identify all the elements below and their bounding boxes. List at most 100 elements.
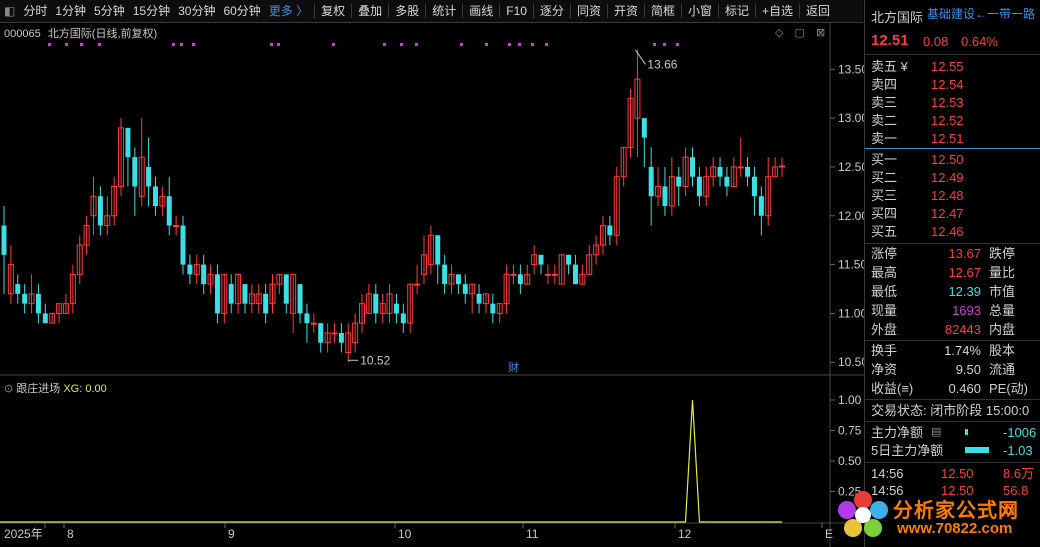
candle-body (242, 284, 248, 304)
candle-body (283, 274, 289, 304)
candle-body (455, 274, 461, 285)
high-label: 13.66 (647, 57, 677, 71)
sector-tag[interactable]: 基础建设←一带一路 (927, 5, 1035, 22)
flow-row: 5日主力净额 -1.03 (871, 441, 1040, 460)
divider (865, 421, 1040, 422)
xg-value: XG: 0.00 (63, 383, 107, 395)
sub-y-tick-label: 0.50 (838, 454, 862, 468)
level-label: 卖五 ¥ (871, 59, 908, 74)
level-label: 卖二 (871, 113, 898, 128)
flow-row: 主力净额 -1006 (871, 423, 1040, 442)
candle-body (676, 176, 682, 187)
signal-dot (663, 43, 666, 46)
candle-body (737, 166, 744, 169)
list-icon[interactable]: ▤ (931, 423, 941, 442)
candle-body (22, 293, 28, 304)
candle-body (544, 273, 551, 276)
signal-dot (65, 43, 68, 46)
signal-dot (508, 43, 511, 46)
price-change-pct: 0.64% (961, 34, 998, 49)
bid-level-4[interactable]: 买四 12.47 (871, 204, 964, 223)
stat-row: 涨停 13.67 跌停 (871, 244, 1040, 263)
candle-body (510, 273, 517, 276)
candle-body (758, 196, 764, 216)
signal-dot (653, 43, 656, 46)
stat-row: 最低 12.39 市值 (871, 282, 1040, 301)
candle-body (304, 313, 310, 324)
divider (865, 148, 1040, 149)
candle-body (648, 166, 654, 197)
fundamental-row: 收益(≡) 0.460 PE(动) (871, 379, 1040, 398)
level-price: 12.52 (931, 113, 964, 128)
candle-body (551, 273, 558, 276)
bid-level-3[interactable]: 买三 12.48 (871, 186, 964, 205)
level-label: 买五 (871, 224, 898, 239)
signal-dot (98, 43, 101, 46)
candle-body (228, 284, 234, 304)
y-tick-label: 12.50 (838, 160, 864, 174)
candle-body (435, 235, 441, 265)
ask-level-3[interactable]: 卖三 12.53 (871, 93, 964, 112)
indicator-name[interactable]: 跟庄进场 (16, 383, 60, 395)
candle-body (662, 186, 668, 206)
fundamental-row: 换手 1.74% 股本 (871, 341, 1040, 360)
ask-level-2[interactable]: 卖二 12.52 (871, 111, 964, 130)
candle-body (125, 127, 131, 158)
flow-bar (965, 429, 968, 435)
signal-dot (531, 43, 534, 46)
quote-panel: 北方国际 基础建设←一带一路 12.51 0.08 0.64% 卖五 ¥ 12.5… (864, 0, 1040, 547)
signal-dot (676, 43, 679, 46)
level-label: 卖一 (871, 131, 898, 146)
signal-dot (518, 43, 521, 46)
candle-body (201, 264, 207, 285)
candle-body (476, 293, 482, 304)
candle-body (696, 176, 702, 197)
level-price: 12.48 (931, 188, 964, 203)
bid-level-5[interactable]: 买五 12.46 (871, 222, 964, 241)
quote-title: 北方国际 (871, 10, 924, 25)
candle-body (214, 274, 220, 314)
level-price: 12.47 (931, 206, 964, 221)
stat-label: 跌停 (989, 246, 1016, 261)
flow-label: 主力净额 (871, 425, 924, 440)
candle-body (572, 264, 578, 285)
level-price: 12.50 (931, 152, 964, 167)
candle-body (745, 166, 751, 177)
level-label: 卖三 (871, 95, 898, 110)
bid-level-1[interactable]: 买一 12.50 (871, 150, 964, 169)
indicator-title: ⊙ 跟庄进场 XG: 0.00 (4, 380, 107, 396)
level-price: 12.54 (931, 77, 964, 92)
signal-dot (172, 43, 175, 46)
stat-label: 量比 (989, 265, 1016, 280)
candle-body (779, 165, 785, 168)
candle-body (689, 157, 695, 177)
x-tick-label: 12 (678, 527, 692, 541)
candle-body (180, 225, 186, 265)
y-tick-label: 13.50 (838, 62, 864, 76)
candle-body (724, 176, 730, 187)
x-tick-label: E (825, 527, 833, 541)
stat-label: 现量 (871, 303, 898, 318)
candle-body (373, 293, 379, 314)
level-price: 12.51 (931, 131, 964, 146)
bid-level-2[interactable]: 买二 12.49 (871, 168, 964, 187)
x-tick-label: 8 (67, 527, 74, 541)
ask-level-5[interactable]: 卖五 ¥ 12.55 (871, 57, 964, 76)
ask-level-4[interactable]: 卖四 12.54 (871, 75, 964, 94)
candle-body (146, 166, 152, 187)
stat-label: 外盘 (871, 322, 898, 337)
flower-icon (838, 491, 888, 537)
candle-body (132, 157, 138, 187)
signal-dot (180, 43, 183, 46)
signal-dot (332, 43, 335, 46)
flow-value: -1.03 (1003, 443, 1033, 458)
candle-body (338, 332, 344, 343)
level-label: 买三 (871, 188, 898, 203)
collapse-icon[interactable]: ⊙ (4, 383, 13, 395)
ask-level-1[interactable]: 卖一 12.51 (871, 129, 964, 148)
x-tick-label: 10 (398, 527, 412, 541)
kline-chart[interactable]: 13.50 13.00 12.50 12.00 11.50 11.00 10.50 13.66… (0, 0, 864, 547)
candle-body (393, 303, 399, 314)
candle-body (166, 196, 172, 226)
level-label: 买二 (871, 170, 898, 185)
